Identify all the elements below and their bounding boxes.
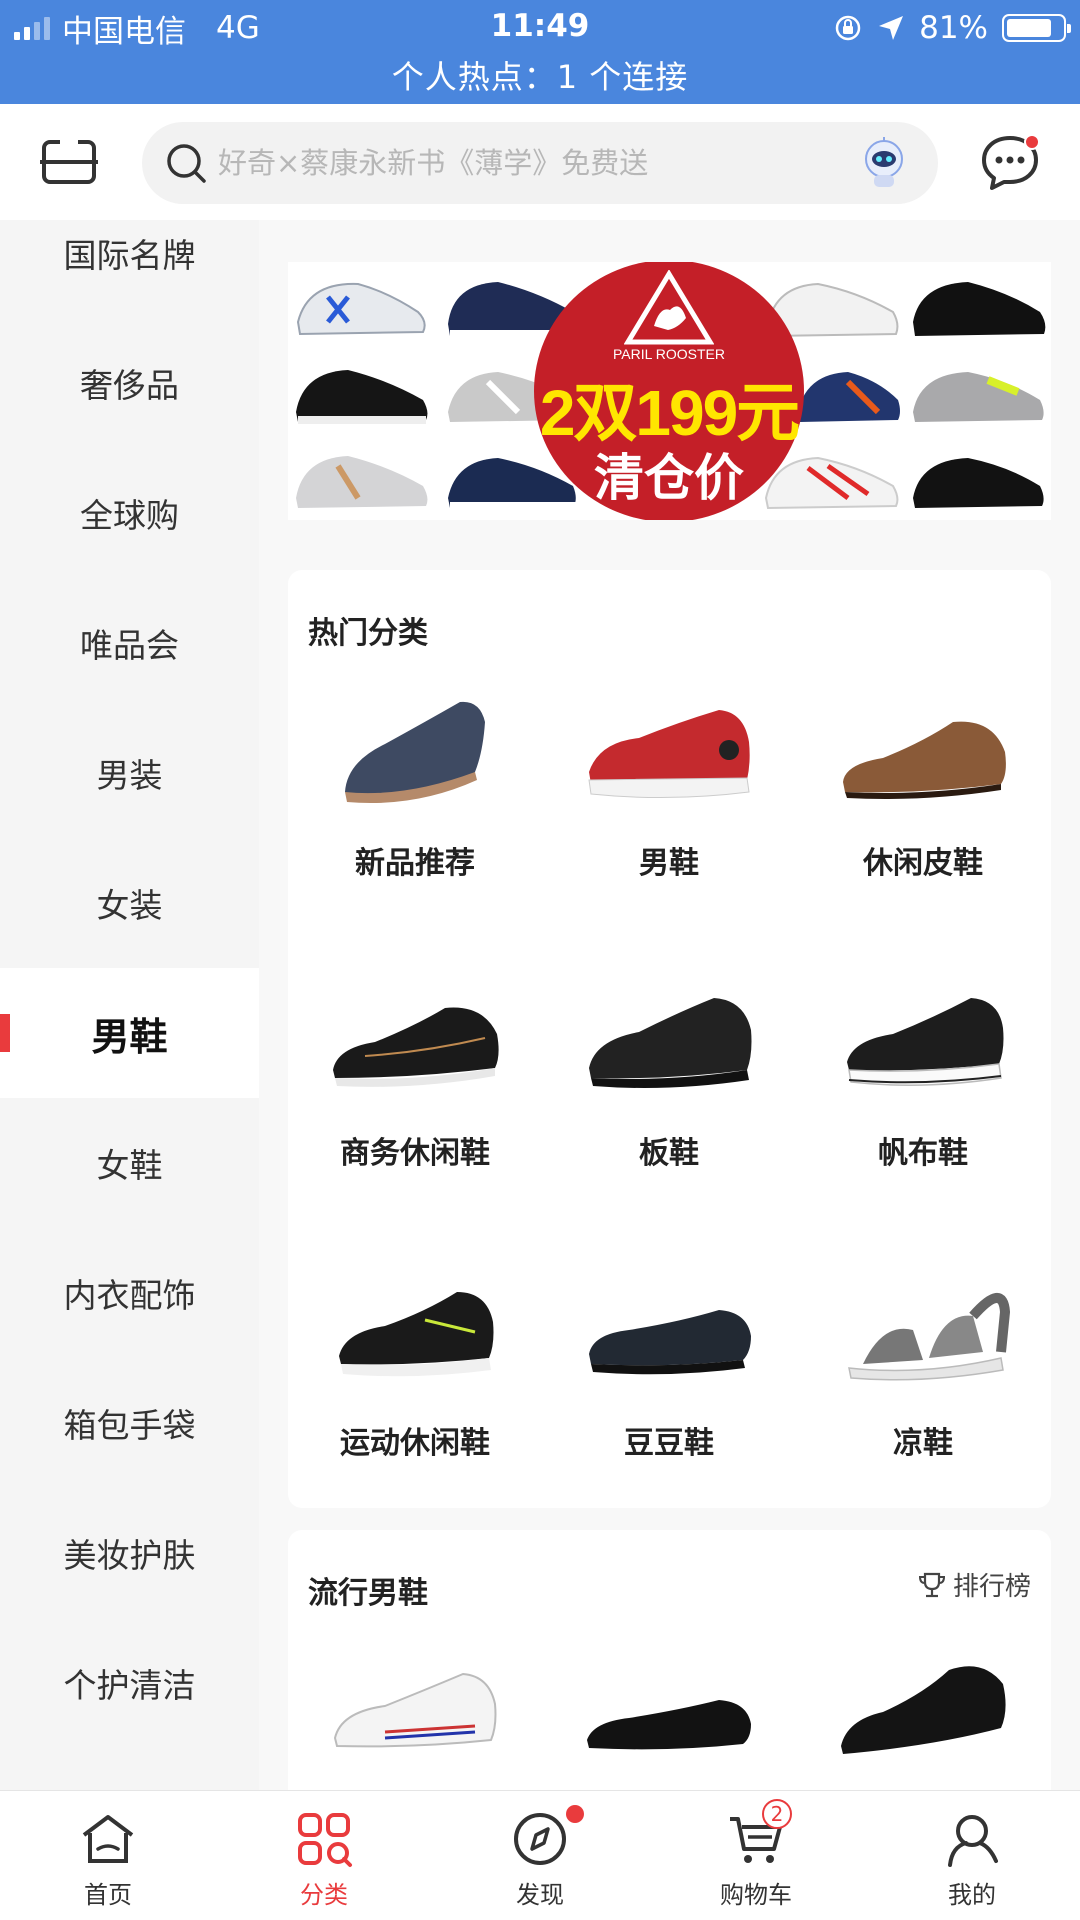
- category-canvas-shoes[interactable]: 帆布鞋: [796, 922, 1050, 1212]
- trophy-icon: [918, 1572, 945, 1597]
- category-label: 运动休闲鞋: [340, 1426, 490, 1461]
- sidebar-item-label: 女鞋: [96, 1146, 163, 1185]
- hot-categories-card: 热门分类 新品推荐 男鞋 休闲皮鞋 商务休闲鞋 板鞋 帆布鞋 运动休闲鞋 豆豆鞋…: [288, 570, 1051, 1508]
- sidebar-item-personal-care[interactable]: 个护清洁: [0, 1618, 259, 1748]
- sidebar-item-beauty[interactable]: 美妆护肤: [0, 1488, 259, 1618]
- category-skate-shoes[interactable]: 板鞋: [542, 922, 796, 1212]
- user-icon: [948, 1815, 998, 1867]
- sidebar-item-label: 箱包手袋: [63, 1406, 196, 1445]
- white-sneaker-image[interactable]: [325, 1660, 505, 1770]
- search-bar[interactable]: [142, 122, 938, 204]
- sport-slip-on-image: [339, 1292, 494, 1377]
- sidebar-item-global[interactable]: 全球购: [0, 448, 259, 578]
- hotspot-banner[interactable]: 个人热点：1 个连接: [0, 52, 1080, 98]
- home-icon: [82, 1815, 134, 1863]
- category-label: 商务休闲鞋: [340, 1136, 490, 1171]
- rooster-logo: [624, 270, 714, 345]
- sidebar-item-international-brands[interactable]: 国际名牌: [0, 220, 259, 318]
- discover-unread-dot: [566, 1805, 584, 1823]
- sidebar-item-label: 全球购: [80, 496, 179, 535]
- sidebar-item-label: 唯品会: [80, 626, 179, 665]
- popular-mens-shoes-card: 流行男鞋 排行榜: [288, 1530, 1051, 1790]
- category-business-casual[interactable]: 商务休闲鞋: [288, 922, 542, 1212]
- category-mens-shoes[interactable]: 男鞋: [542, 632, 796, 922]
- bottom-tabbar: 首页 分类 发现 购物车 2 我的: [0, 1790, 1080, 1920]
- category-label: 男鞋: [639, 846, 699, 881]
- category-new-arrivals[interactable]: 新品推荐: [288, 632, 542, 922]
- sidebar-item-mens-shoes[interactable]: 男鞋: [0, 968, 259, 1098]
- ranking-label: 排行榜: [952, 1572, 1031, 1602]
- category-label: 豆豆鞋: [624, 1426, 714, 1461]
- canvas-shoe-image: [847, 998, 1004, 1086]
- tab-label: 我的: [948, 1881, 996, 1909]
- banner-brand: PARIL ROOSTER: [612, 346, 726, 362]
- sandal-image: [848, 1293, 1011, 1381]
- category-sidebar[interactable]: 国际名牌 奢侈品 全球购 唯品会 男装 女装 男鞋 女鞋 内衣配饰 箱包手袋 美…: [0, 220, 259, 1790]
- black-loafer-image[interactable]: [579, 1660, 759, 1770]
- message-unread-dot: [1024, 134, 1040, 150]
- sidebar-item-label: 女装: [96, 886, 163, 925]
- banner-subtitle: 清仓价: [594, 449, 744, 507]
- tab-label: 首页: [84, 1881, 132, 1909]
- category-label: 新品推荐: [355, 846, 475, 881]
- battery-percent: 81%: [919, 10, 988, 46]
- category-casual-leather[interactable]: 休闲皮鞋: [796, 632, 1050, 922]
- category-sandals[interactable]: 凉鞋: [796, 1212, 1050, 1502]
- category-loafers[interactable]: 豆豆鞋: [542, 1212, 796, 1502]
- location-icon: [879, 16, 904, 40]
- category-label: 帆布鞋: [878, 1136, 968, 1171]
- tab-label: 发现: [516, 1881, 564, 1909]
- category-content: PARIL ROOSTER 2双199元 清仓价 热门分类 新品推荐 男鞋 休闲…: [259, 220, 1080, 1790]
- sidebar-item-label: 男装: [96, 756, 163, 795]
- cart-count-badge: 2: [762, 1799, 792, 1829]
- tab-category[interactable]: 分类: [216, 1791, 432, 1920]
- sidebar-item-underwear[interactable]: 内衣配饰: [0, 1228, 259, 1358]
- black-skate-shoe-image: [589, 998, 752, 1088]
- status-right: 81%: [833, 8, 1071, 48]
- sidebar-item-label: 奢侈品: [80, 366, 179, 405]
- sidebar-item-label: 内衣配饰: [63, 1276, 196, 1315]
- category-sport-casual[interactable]: 运动休闲鞋: [288, 1212, 542, 1502]
- battery-fill: [1007, 19, 1051, 37]
- category-label: 板鞋: [639, 1136, 699, 1171]
- search-icon: [167, 144, 206, 183]
- popular-title: 流行男鞋: [308, 1576, 428, 1611]
- red-sneaker-image: [588, 710, 750, 799]
- sidebar-item-menswear[interactable]: 男装: [0, 708, 259, 838]
- rotation-lock-icon: [835, 15, 861, 41]
- search-input[interactable]: [208, 146, 856, 180]
- sidebar-item-label: 男鞋: [91, 1014, 168, 1059]
- category-label: 凉鞋: [893, 1426, 953, 1461]
- tab-label: 分类: [300, 1881, 348, 1909]
- sidebar-item-bags[interactable]: 箱包手袋: [0, 1358, 259, 1488]
- category-label: 休闲皮鞋: [863, 846, 983, 881]
- sidebar-item-label: 个护清洁: [63, 1666, 196, 1705]
- tab-discover[interactable]: 发现: [432, 1791, 648, 1920]
- black-business-shoe-image: [333, 1007, 499, 1087]
- scan-menu-icon[interactable]: [38, 134, 100, 190]
- compass-icon: [514, 1813, 566, 1865]
- sidebar-item-womenswear[interactable]: 女装: [0, 838, 259, 968]
- slip-on-shoe-image: [345, 701, 485, 804]
- search-header: [0, 104, 1080, 220]
- tab-cart[interactable]: 购物车: [648, 1791, 864, 1920]
- ranking-link[interactable]: 排行榜: [917, 1566, 1031, 1603]
- sidebar-item-vip[interactable]: 唯品会: [0, 578, 259, 708]
- battery-icon: [1002, 14, 1071, 42]
- tab-profile[interactable]: 我的: [864, 1791, 1080, 1920]
- brown-leather-shoe-image: [843, 721, 1006, 799]
- promo-banner[interactable]: PARIL ROOSTER 2双199元 清仓价: [288, 262, 1051, 520]
- sidebar-item-womens-shoes[interactable]: 女鞋: [0, 1098, 259, 1228]
- sidebar-item-label: 国际名牌: [63, 236, 196, 275]
- black-dress-shoe-image[interactable]: [833, 1650, 1013, 1770]
- sidebar-item-luxury[interactable]: 奢侈品: [0, 318, 259, 448]
- sidebar-item-label: 美妆护肤: [63, 1536, 196, 1575]
- loafer-image: [589, 1310, 751, 1375]
- category-grid-icon: [298, 1813, 352, 1867]
- tab-label: 购物车: [720, 1881, 792, 1909]
- status-bar: 中国电信 4G 11:49 81% 个人热点：1 个连接: [0, 0, 1080, 104]
- jd-robot-icon[interactable]: [856, 135, 912, 191]
- tab-home[interactable]: 首页: [0, 1791, 216, 1920]
